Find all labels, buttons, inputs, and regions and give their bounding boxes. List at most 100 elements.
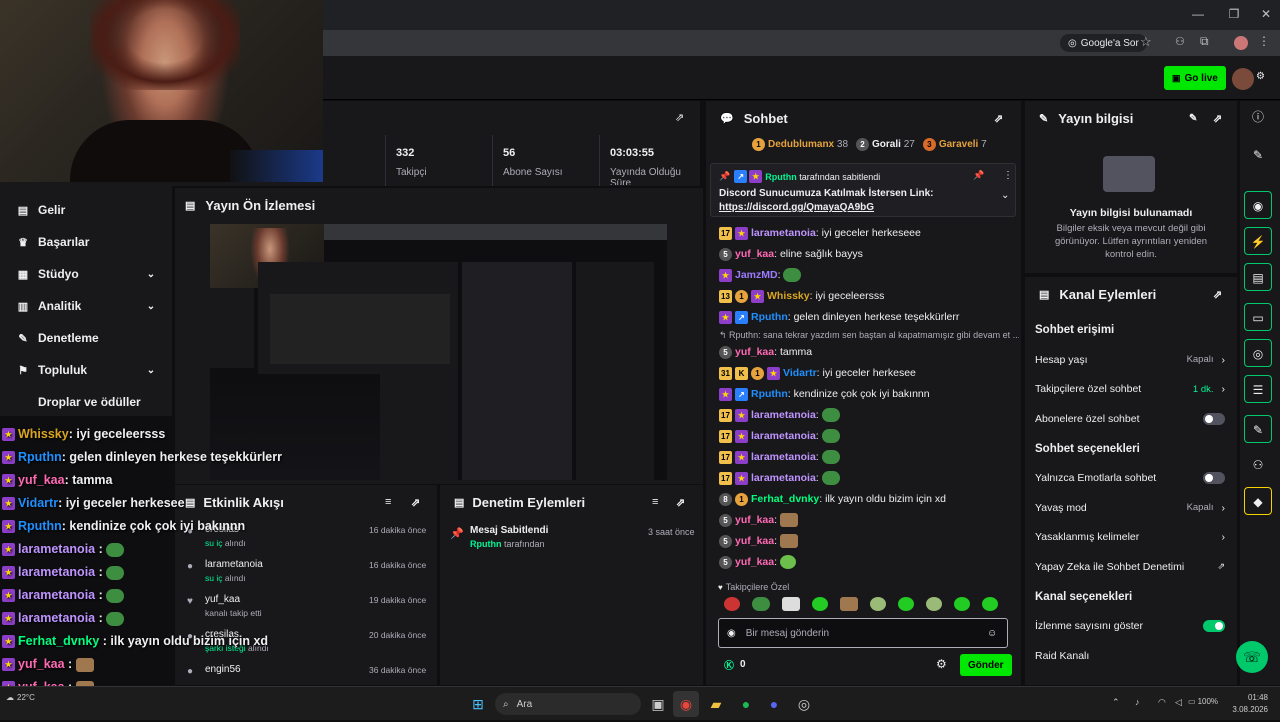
weather-widget[interactable]: ☁ 22°C xyxy=(6,693,35,702)
chat-message[interactable]: 17 ★ larametanoia: xyxy=(719,468,1019,489)
task-view-icon[interactable]: ▣ xyxy=(645,691,671,717)
toggle-switch[interactable] xyxy=(1203,472,1225,485)
chat-message[interactable]: 5 yuf_kaa: xyxy=(719,552,1019,573)
emote-button[interactable] xyxy=(724,597,740,611)
popout-icon[interactable]: ⇗ xyxy=(994,112,1003,125)
chat-reply[interactable]: ↰ Rputhn: sana tekrar yazdım sen baştan … xyxy=(719,328,1019,342)
chat-username[interactable]: yuf_kaa xyxy=(735,556,774,568)
taskbar-search[interactable]: ⌕ Ara xyxy=(495,693,641,715)
settings-row[interactable]: Hesap yaşı Kapalı › xyxy=(1025,345,1237,375)
chat-message[interactable]: 5 yuf_kaa: xyxy=(719,531,1019,552)
extensions-icon[interactable]: ⧉ xyxy=(1200,34,1209,49)
chat-message[interactable]: ★ JamzMD: xyxy=(719,265,1019,286)
settings-gear-icon[interactable]: ⚙ xyxy=(1256,71,1265,82)
wifi-icon[interactable]: ◠ xyxy=(1158,697,1166,708)
chat-username[interactable]: JamzMD xyxy=(735,269,778,281)
sidebar-item-community[interactable]: ⚑ Topluluk ⌄ xyxy=(0,354,172,386)
emote-button[interactable] xyxy=(954,597,970,611)
sidebar-item-moderation[interactable]: ✎ Denetleme xyxy=(0,322,172,354)
ask-google-chip[interactable]: ◎ Google'a Sor xyxy=(1060,34,1147,52)
chat-username[interactable]: Ferhat_dvnky xyxy=(751,493,819,505)
info-icon[interactable]: ⓘ xyxy=(1244,103,1272,131)
chat-message[interactable]: 17 ★ larametanoia: iyi geceler herkeseee xyxy=(719,223,1019,244)
chat-message[interactable]: 13 1 ★ Whissky: iyi geceleersss xyxy=(719,286,1019,307)
emote-button[interactable] xyxy=(752,597,770,611)
chat-username[interactable]: larametanoia xyxy=(751,409,816,421)
emote-button[interactable] xyxy=(812,597,828,611)
settings-row[interactable]: Raid Kanalı xyxy=(1025,641,1237,671)
chat-username[interactable]: yuf_kaa xyxy=(735,248,774,260)
emote-button[interactable] xyxy=(782,597,800,611)
chat-message[interactable]: 17 ★ larametanoia: xyxy=(719,447,1019,468)
settings-row[interactable]: Yavaş mod Kapalı › xyxy=(1025,493,1237,523)
chat-message[interactable]: 31 K 1 ★ Vidartr: iyi geceler herkesee xyxy=(719,363,1019,384)
document-icon[interactable]: ▤ xyxy=(1244,263,1272,291)
unpin-icon[interactable]: 📌 xyxy=(973,170,984,181)
spotify-icon[interactable]: ● xyxy=(733,691,759,717)
pinned-by-user[interactable]: Rputhn xyxy=(765,172,797,182)
chat-username[interactable]: larametanoia xyxy=(751,451,816,463)
chat-username[interactable]: yuf_kaa xyxy=(735,514,774,526)
chat-message[interactable]: 5 yuf_kaa: xyxy=(719,510,1019,531)
send-button[interactable]: Gönder xyxy=(960,654,1012,676)
discord-icon[interactable]: ● xyxy=(761,691,787,717)
file-explorer-icon[interactable]: ▰ xyxy=(703,691,729,717)
battery-indicator[interactable]: ▭ 100% xyxy=(1188,697,1218,706)
chat-username[interactable]: Whissky xyxy=(767,290,810,302)
settings-row[interactable]: İzlenme sayısını göster xyxy=(1025,612,1237,642)
list-icon[interactable]: ☰ xyxy=(1244,375,1272,403)
clock[interactable]: 01:48 3.08.2026 xyxy=(1232,693,1268,714)
user-avatar[interactable] xyxy=(1232,68,1254,90)
chat-message[interactable]: ★ ↗ Rputhn: gelen dinleyen herkese teşekkü… xyxy=(719,307,1019,328)
chat-username[interactable]: larametanoia xyxy=(751,227,816,239)
tray-chevron-icon[interactable]: ⌃ xyxy=(1112,697,1120,708)
broadcast-icon[interactable]: ◎ xyxy=(1244,339,1272,367)
bookmark-star-icon[interactable]: ☆ xyxy=(1140,34,1152,50)
toggle-switch[interactable] xyxy=(1203,620,1225,633)
popout-icon[interactable]: ⇗ xyxy=(1213,288,1222,301)
chat-username[interactable]: larametanoia xyxy=(751,472,816,484)
chat-username[interactable]: larametanoia xyxy=(751,430,816,442)
microphone-icon[interactable]: ♪ xyxy=(1135,697,1140,707)
more-menu-icon[interactable]: ⋮ xyxy=(1258,34,1270,48)
chat-username[interactable]: Rputhn xyxy=(751,311,788,323)
chat-message[interactable]: 5 yuf_kaa: tamma xyxy=(719,342,1019,363)
popout-icon[interactable]: ⇗ xyxy=(411,496,420,509)
windows-start-icon[interactable]: ⊞ xyxy=(465,691,491,717)
channel-points[interactable]: Ⓚ 0 xyxy=(724,657,746,672)
more-options-icon[interactable]: ⋮ xyxy=(1003,170,1013,181)
profile-avatar[interactable] xyxy=(1234,36,1248,50)
chat-message[interactable]: ★ ↗ Rputhn: kendinize çok çok iyi bakınnn xyxy=(719,384,1019,405)
popout-icon[interactable]: ⇗ xyxy=(675,111,684,124)
sidebar-item-drops[interactable]: Droplar ve ödüller xyxy=(0,386,172,418)
volume-icon[interactable]: ◁ xyxy=(1175,697,1182,708)
chat-bubble-icon[interactable]: ▭ xyxy=(1244,303,1272,331)
chat-settings-icon[interactable]: ⚙ xyxy=(936,657,947,671)
edit-icon[interactable]: ✎ xyxy=(1189,113,1197,124)
chat-input[interactable]: ◉ Bir mesaj gönderin ☺ xyxy=(718,618,1008,648)
toggle-switch[interactable] xyxy=(1203,412,1225,425)
camera-icon[interactable]: ◉ xyxy=(1244,191,1272,219)
moderation-entry-user[interactable]: Rputhn xyxy=(470,539,502,549)
chat-username[interactable]: Rputhn xyxy=(751,388,788,400)
wrench-icon[interactable]: ✎ xyxy=(1244,415,1272,443)
lightning-icon[interactable]: ⚡ xyxy=(1244,227,1272,255)
emote-button[interactable] xyxy=(898,597,914,611)
settings-row[interactable]: Abonelere özel sohbet xyxy=(1025,404,1237,434)
app-icon[interactable]: ◎ xyxy=(791,691,817,717)
filter-icon[interactable]: ≡ xyxy=(652,496,658,508)
chevron-down-icon[interactable]: ⌄ xyxy=(1001,190,1009,201)
edit-icon[interactable]: ✎ xyxy=(1244,141,1272,169)
incognito-icon[interactable]: ⚇ xyxy=(1175,35,1185,48)
sidebar-item-studio[interactable]: ▦ Stüdyo ⌄ xyxy=(0,258,172,290)
sidebar-item-analytics[interactable]: ▥ Analitik ⌄ xyxy=(0,290,172,322)
people-icon[interactable]: ⚇ xyxy=(1244,451,1272,479)
settings-row[interactable]: Takipçilere özel sohbet 1 dk. › xyxy=(1025,375,1237,405)
support-icon[interactable]: ☏ xyxy=(1236,641,1268,673)
popout-icon[interactable]: ⇗ xyxy=(676,496,685,509)
chat-username[interactable]: Vidartr xyxy=(783,367,817,379)
minimize-icon[interactable]: — xyxy=(1188,6,1208,22)
emote-button[interactable] xyxy=(870,597,886,611)
sidebar-item-revenue[interactable]: ▤ Gelir xyxy=(0,194,172,226)
pinned-link[interactable]: https://discord.gg/QmayaQA9bG xyxy=(719,202,874,213)
